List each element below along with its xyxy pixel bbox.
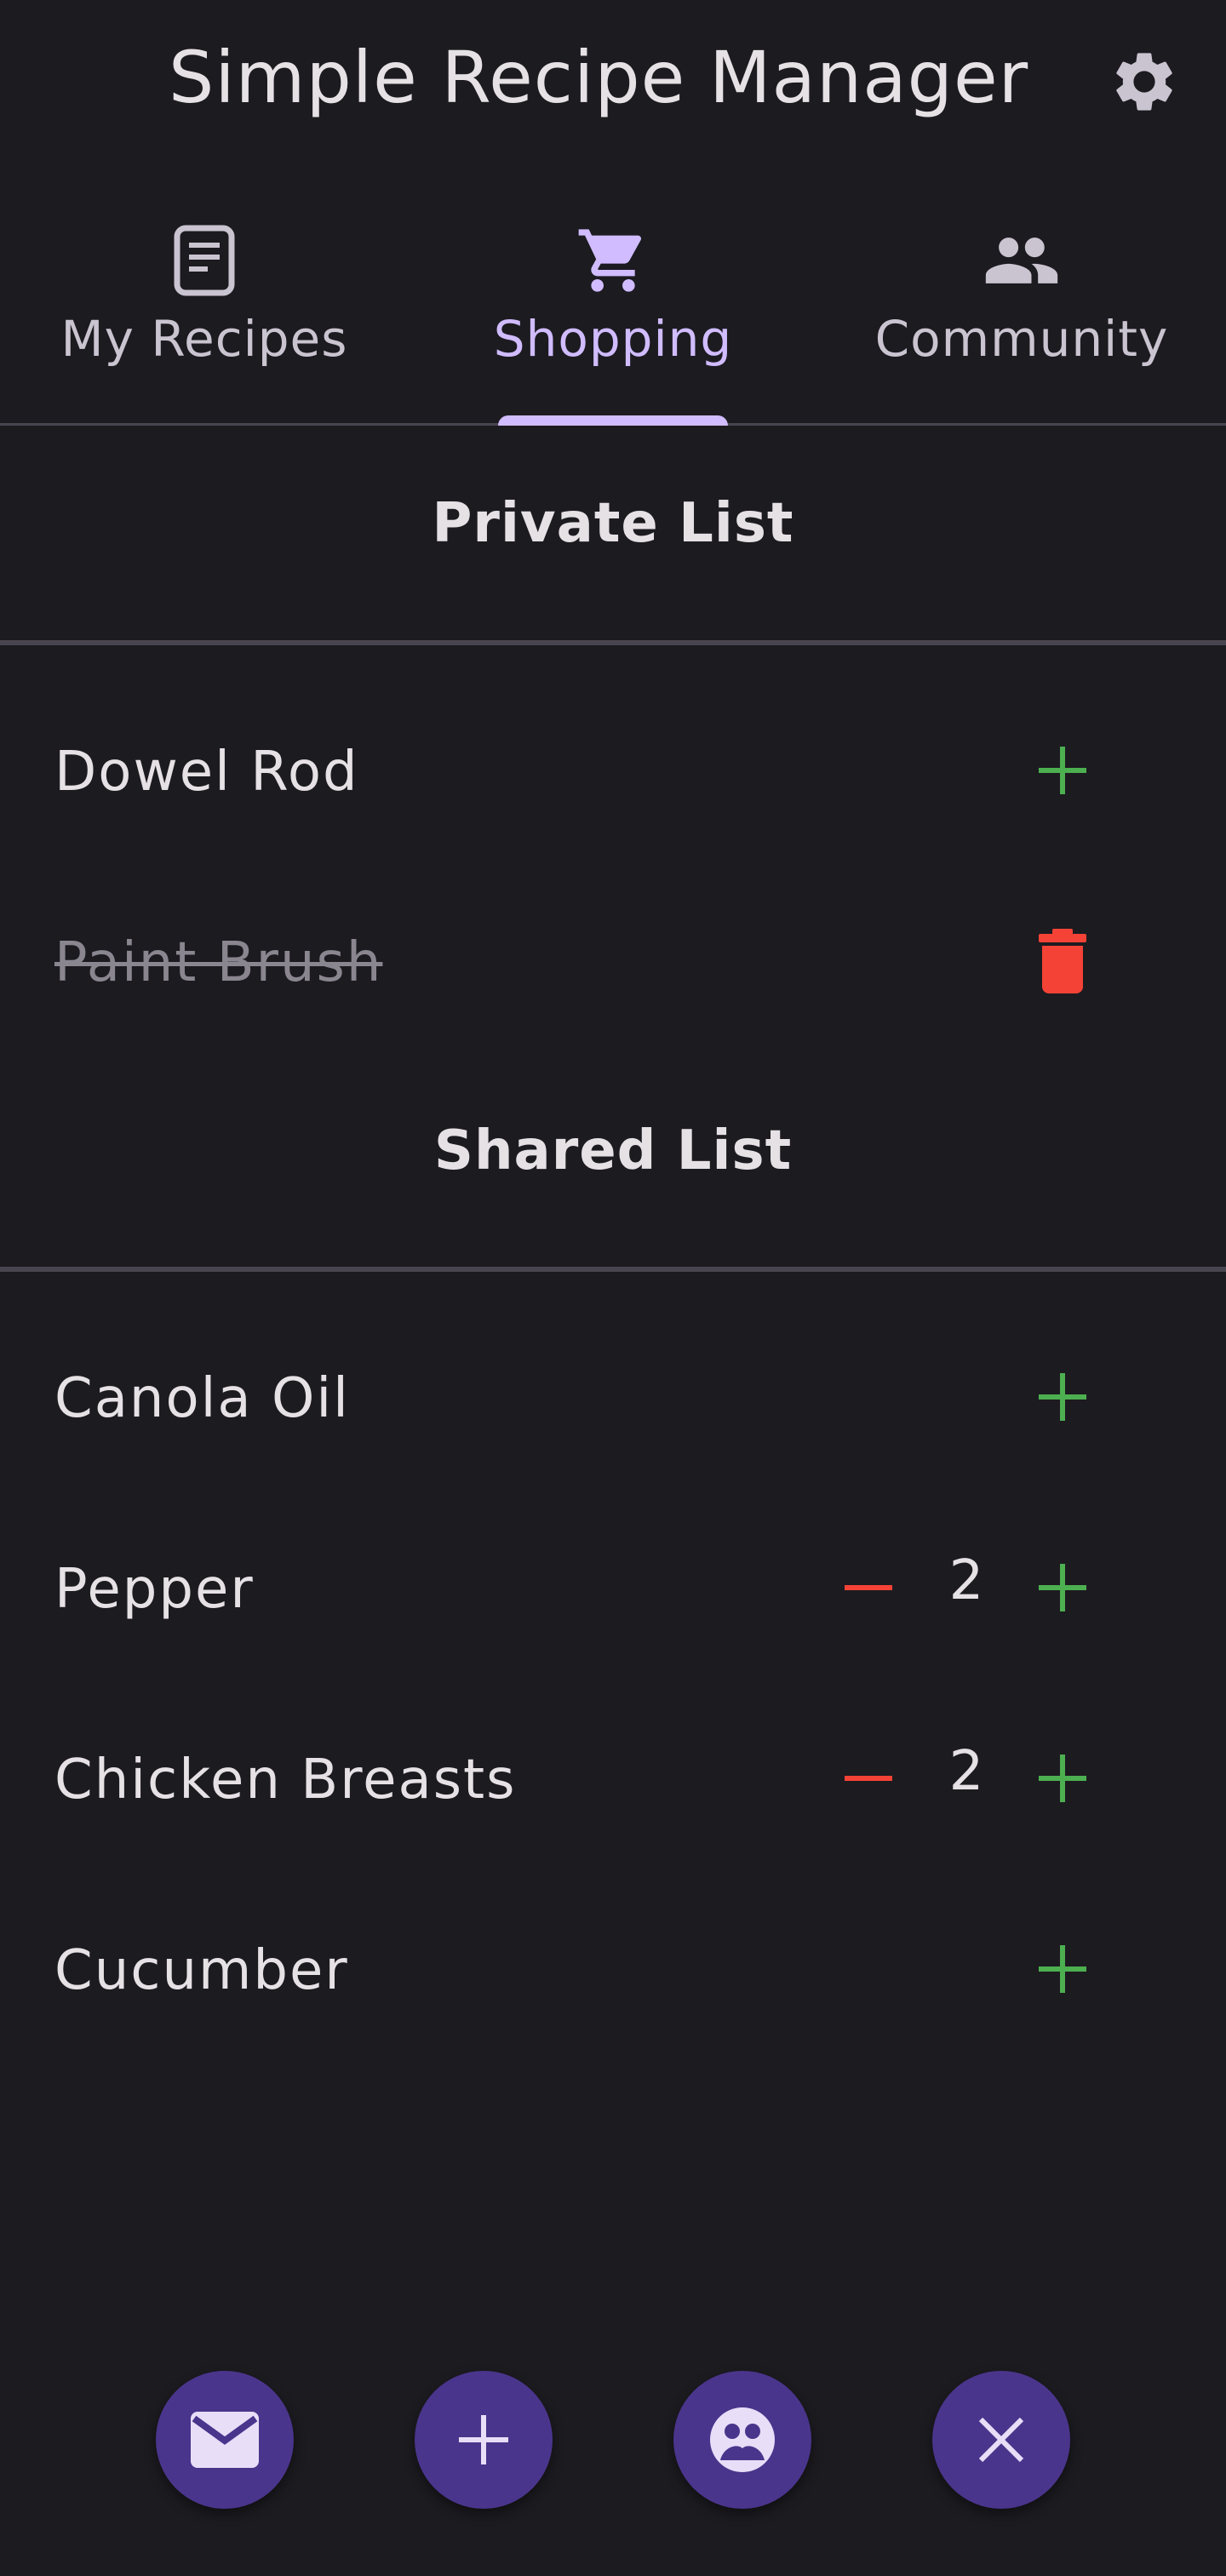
cart-icon: [574, 221, 652, 300]
settings-button[interactable]: [1105, 43, 1183, 121]
plus-icon: [1039, 1945, 1086, 1993]
add-button[interactable]: [1022, 1356, 1103, 1438]
plus-icon: [1039, 747, 1086, 794]
trash-icon: [1039, 929, 1086, 993]
tab-my-recipes[interactable]: My Recipes: [60, 221, 349, 426]
list-item: Chicken Breasts 2: [0, 1714, 1226, 1842]
add-button[interactable]: [1022, 730, 1103, 811]
list-item: Pepper 2: [0, 1524, 1226, 1652]
quantity: 2: [948, 1740, 984, 1803]
add-item-fab[interactable]: [415, 2371, 553, 2509]
shopping-screen: Simple Recipe Manager My Recipes Shoppin…: [0, 0, 1226, 2576]
document-icon: [165, 221, 243, 300]
item-name[interactable]: Paint Brush: [54, 931, 382, 994]
plus-icon: [1039, 1755, 1086, 1802]
email-fab[interactable]: [156, 2371, 294, 2509]
item-name[interactable]: Chicken Breasts: [54, 1749, 516, 1812]
delete-button[interactable]: [1022, 920, 1103, 1002]
tab-label: Shopping: [493, 310, 733, 368]
face-icon: [710, 2407, 775, 2472]
app-bar: Simple Recipe Manager: [0, 0, 1226, 162]
item-name[interactable]: Cucumber: [54, 1939, 349, 2002]
add-button[interactable]: [1022, 1928, 1103, 2010]
item-name[interactable]: Canola Oil: [54, 1367, 350, 1430]
share-fab[interactable]: [673, 2371, 811, 2509]
minus-icon: [845, 1776, 892, 1781]
mail-icon: [191, 2412, 259, 2468]
shared-list-title: Shared List: [433, 1119, 793, 1182]
add-button[interactable]: [1022, 1737, 1103, 1819]
tab-label: My Recipes: [60, 310, 348, 368]
private-list-title: Private List: [432, 492, 794, 555]
plus-icon: [1039, 1373, 1086, 1421]
tab-label: Community: [874, 310, 1169, 368]
plus-icon: [1039, 1564, 1086, 1611]
tab-bar: My Recipes Shopping Community: [0, 196, 1226, 426]
gear-icon: [1116, 53, 1172, 111]
tab-shopping[interactable]: Shopping: [485, 221, 741, 426]
list-item: Canola Oil: [0, 1333, 1226, 1461]
list-item: Dowel Rod: [0, 707, 1226, 834]
close-icon: [978, 2417, 1024, 2463]
item-name[interactable]: Pepper: [54, 1558, 255, 1621]
minus-icon: [845, 1585, 892, 1590]
list-item: Cucumber: [0, 1905, 1226, 2033]
tab-community[interactable]: Community: [868, 221, 1175, 426]
plus-icon: [459, 2415, 508, 2464]
decrement-button[interactable]: [828, 1737, 909, 1819]
add-button[interactable]: [1022, 1547, 1103, 1629]
active-tab-indicator: [498, 415, 728, 426]
divider: [0, 640, 1226, 645]
decrement-button[interactable]: [828, 1547, 909, 1629]
people-icon: [983, 221, 1061, 300]
app-title: Simple Recipe Manager: [169, 36, 1029, 119]
item-name[interactable]: Dowel Rod: [54, 741, 359, 804]
divider: [0, 1267, 1226, 1272]
quantity: 2: [948, 1549, 984, 1612]
list-item: Paint Brush: [0, 897, 1226, 1025]
close-fab[interactable]: [932, 2371, 1070, 2509]
